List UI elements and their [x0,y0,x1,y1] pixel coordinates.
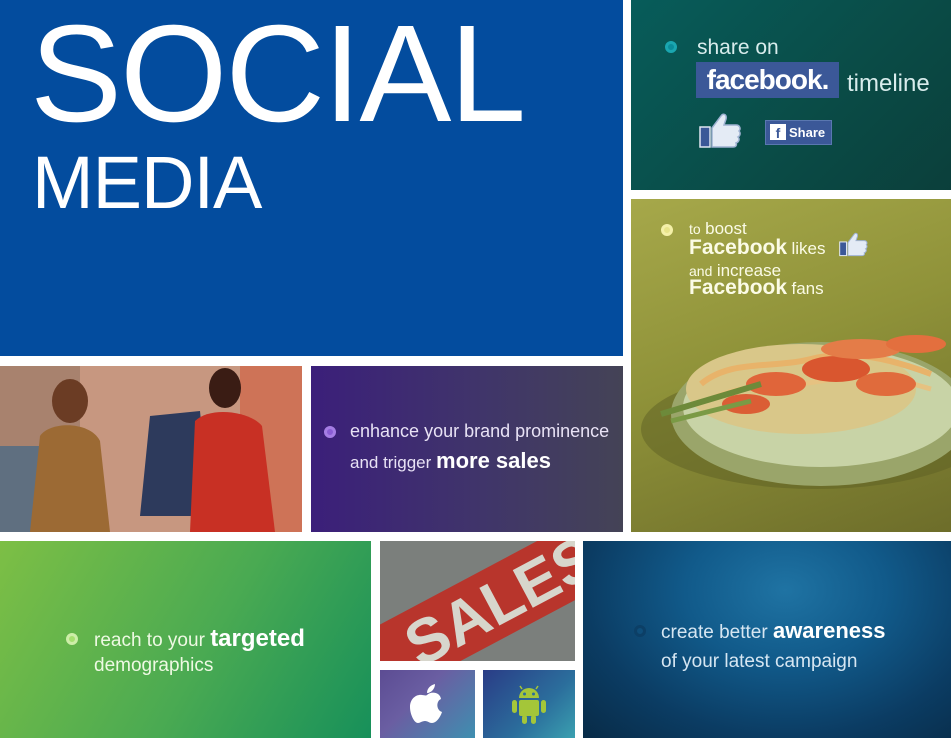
shopping-photo [0,366,302,532]
boost-likes-tile: to boost Facebook likes and increase Fac… [631,199,951,532]
timeline-text: timeline [847,70,930,97]
thumbs-up-icon [699,113,741,148]
sales-sign-image: SALES [380,541,575,661]
share-button-label: Share [789,125,826,140]
targeted-demographics-tile: reach to your targeted demographics [0,541,371,738]
sales-sign-photo: SALES [380,541,575,661]
bullet-dot-icon [665,41,677,53]
media-title: MEDIA [32,141,262,224]
seafood-pasta-image [641,335,951,489]
target-line-1: reach to your targeted [94,625,305,652]
bullet-dot-icon [66,633,78,645]
thumbs-up-icon [839,232,868,257]
share-on-text: share on [697,36,779,59]
android-app-tile [483,670,575,738]
bullet-dot-icon [661,224,673,236]
boost-line-4: Facebook fans [689,276,824,299]
brand-line-2: and trigger more sales [350,448,551,473]
awareness-tile: create better awareness of your latest c… [583,541,951,738]
facebook-f-icon: f [770,124,786,141]
shoppers-image [0,366,302,532]
bullet-dot-icon [324,426,336,438]
bullet-dot-icon [634,625,646,637]
target-line-2: demographics [94,655,214,676]
share-facebook-tile: share on facebook. timeline f Share [631,0,951,190]
brand-prominence-tile: enhance your brand prominence and trigge… [311,366,623,532]
social-title: SOCIAL [30,0,526,151]
facebook-share-button[interactable]: f Share [765,120,832,145]
facebook-logo: facebook. [696,62,839,98]
brand-line-1: enhance your brand prominence [350,421,610,441]
aware-line-1: create better awareness [661,618,886,643]
apple-app-tile [380,670,475,738]
android-icon [512,685,546,724]
social-media-tile: SOCIAL MEDIA [0,0,623,356]
apple-icon [410,684,442,723]
boost-line-2: Facebook likes [689,236,826,259]
aware-line-2: of your latest campaign [661,651,858,672]
